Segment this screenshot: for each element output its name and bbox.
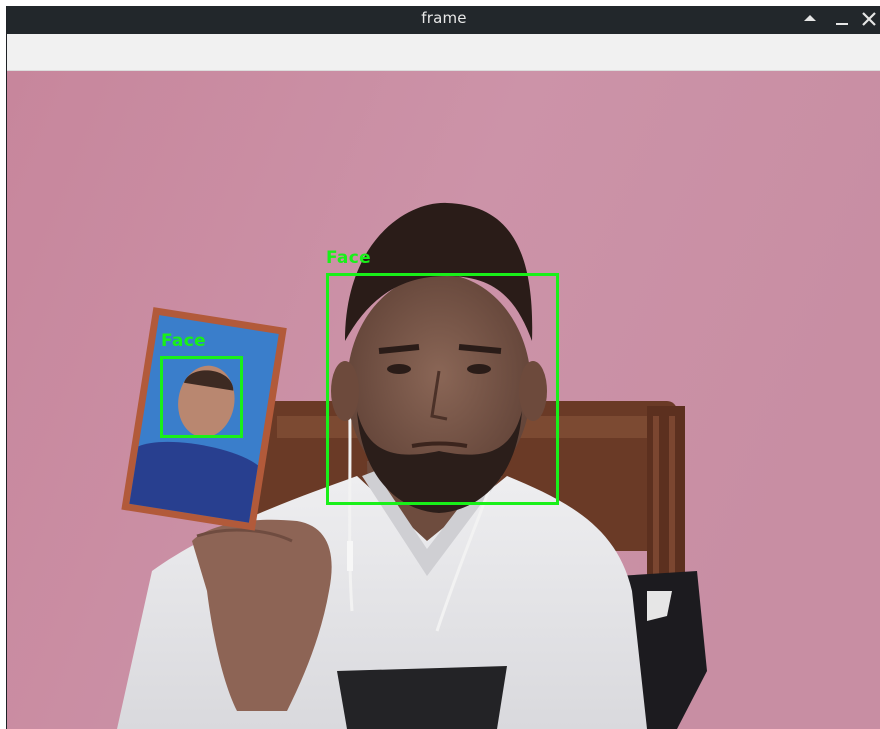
minimize-icon[interactable] <box>831 6 853 30</box>
title-bar[interactable]: frame <box>7 6 880 34</box>
face-label: Face <box>326 248 371 268</box>
face-bounding-box <box>326 273 559 505</box>
window-title: frame <box>421 9 467 27</box>
face-label: Face <box>161 331 206 351</box>
close-icon[interactable] <box>857 6 879 30</box>
toolbar <box>7 34 880 71</box>
app-window: frame Face Face <box>6 6 880 729</box>
face-bounding-box <box>160 356 243 438</box>
video-frame: Face Face <box>7 71 880 729</box>
triangle-up-icon[interactable] <box>799 6 821 30</box>
